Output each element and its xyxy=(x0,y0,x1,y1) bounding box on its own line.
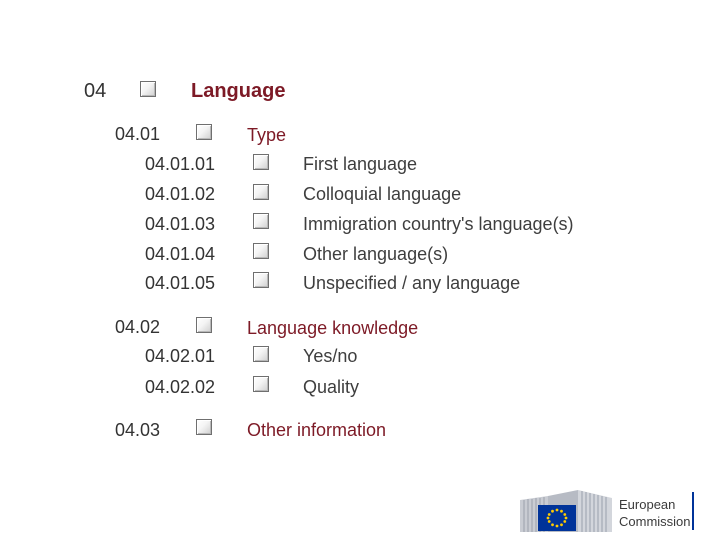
item-checkbox[interactable] xyxy=(253,346,269,362)
item-label: First language xyxy=(303,154,418,174)
item-label: Immigration country's language(s) xyxy=(303,214,574,234)
section-code: 04 xyxy=(84,80,107,102)
item-code: 04.02.01 xyxy=(145,346,216,366)
section-label: Other information xyxy=(247,420,387,440)
item-checkbox[interactable] xyxy=(253,154,269,170)
section-label: Language xyxy=(191,80,286,102)
logo-text-commission: Commission xyxy=(619,514,691,529)
item-code: 04.01.01 xyxy=(145,154,216,174)
section-checkbox[interactable] xyxy=(196,317,212,333)
section-checkbox[interactable] xyxy=(140,81,156,97)
berlaymont-flag-icon xyxy=(520,490,612,532)
item-label: Colloquial language xyxy=(303,184,462,204)
item-checkbox[interactable] xyxy=(253,376,269,392)
section-code: 04.01 xyxy=(115,124,161,144)
logo-divider xyxy=(692,492,694,530)
item-label: Other language(s) xyxy=(303,244,449,264)
item-code: 04.01.05 xyxy=(145,273,216,293)
section-label: Type xyxy=(247,125,287,145)
item-code: 04.01.02 xyxy=(145,184,216,204)
item-label: Yes/no xyxy=(303,346,358,366)
subsection-0403: 04.03 Other information xyxy=(0,0,720,440)
section-checkbox[interactable] xyxy=(196,419,212,435)
item-label: Quality xyxy=(303,377,360,397)
logo-text-european: European xyxy=(619,497,676,512)
section-code: 04.03 xyxy=(115,420,161,440)
section-code: 04.02 xyxy=(115,317,161,337)
section-label: Language knowledge xyxy=(247,318,419,338)
item-code: 04.01.03 xyxy=(145,214,216,234)
item-checkbox[interactable] xyxy=(253,243,269,259)
item-code: 04.02.02 xyxy=(145,377,216,397)
item-checkbox[interactable] xyxy=(253,184,269,200)
item-checkbox[interactable] xyxy=(253,272,269,288)
item-label: Unspecified / any language xyxy=(303,273,521,293)
item-checkbox[interactable] xyxy=(253,213,269,229)
european-commission-logo: European Commission xyxy=(518,486,696,534)
item-code: 04.01.04 xyxy=(145,244,216,264)
section-checkbox[interactable] xyxy=(196,124,212,140)
